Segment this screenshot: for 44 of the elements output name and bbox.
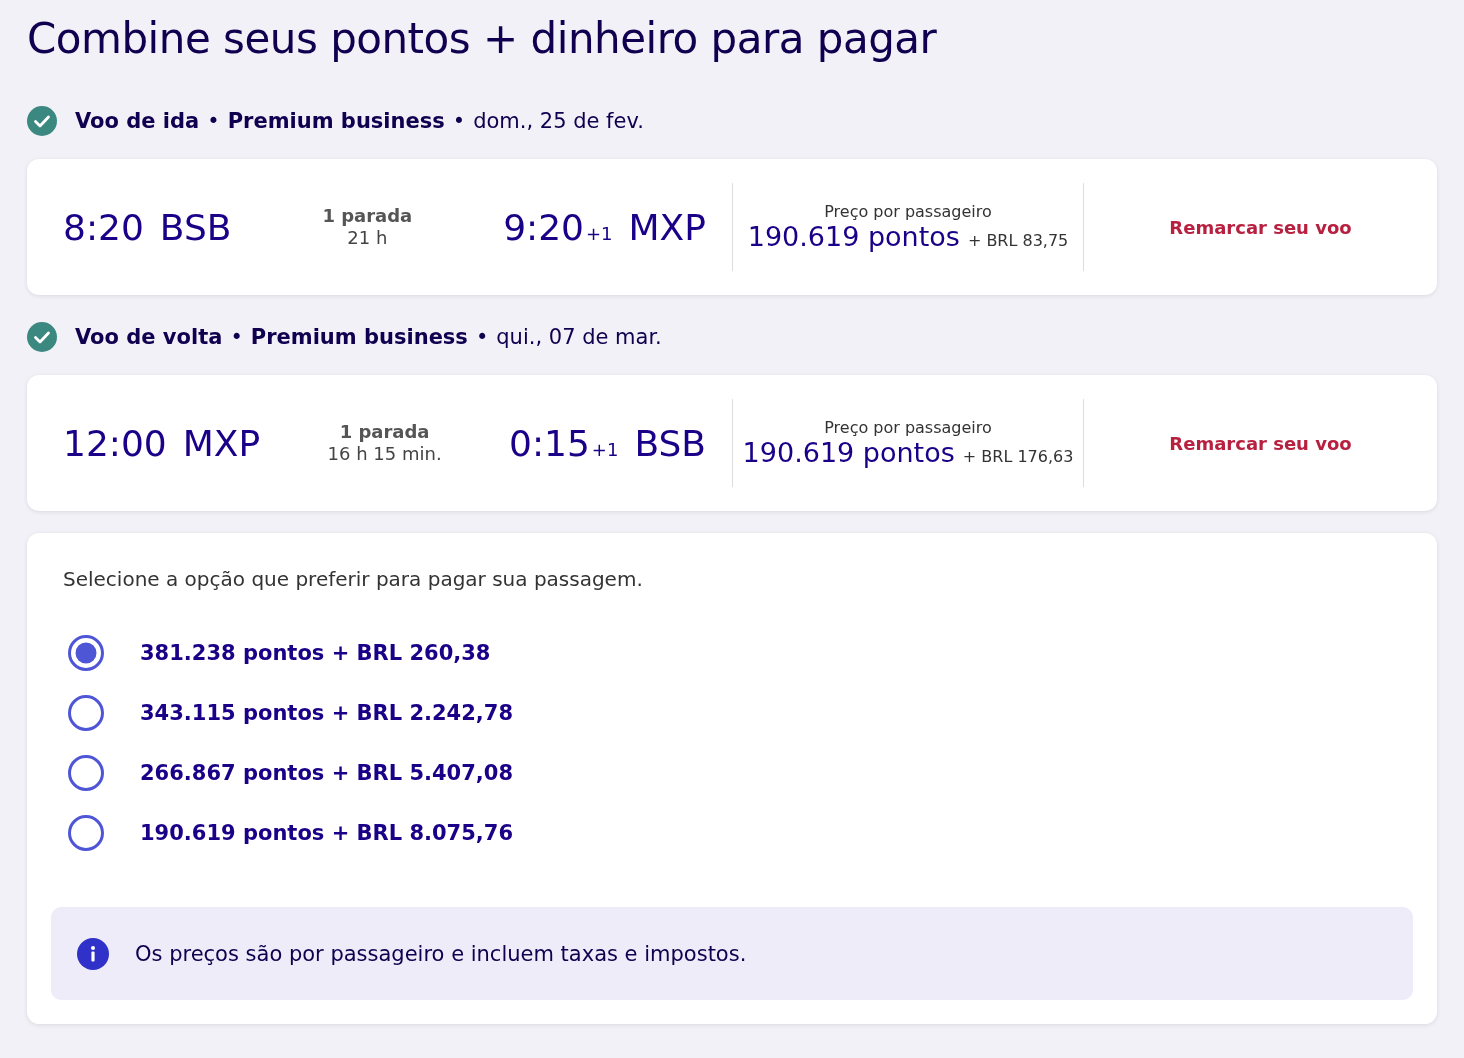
flight-duration: 21 h (347, 227, 388, 249)
cash-price: + BRL 83,75 (967, 231, 1069, 250)
radio-button[interactable] (68, 755, 104, 791)
separator-dot: • (230, 325, 243, 349)
page-title: Combine seus pontos + dinheiro para pagar (27, 14, 938, 63)
arrival-time: 0:15 (509, 422, 590, 464)
stops-count: 1 parada (339, 421, 430, 443)
price-label: Preço por passageiro (824, 418, 992, 437)
flight-direction: Voo de volta (75, 325, 223, 349)
day-offset: +1 (586, 222, 613, 244)
cabin-class: Premium business (250, 325, 468, 349)
payment-option-label[interactable]: 266.867 pontos + BRL 5.407,08 (140, 761, 514, 785)
points-price: 190.619 pontos (742, 437, 955, 468)
separator-dot: • (207, 109, 220, 133)
flight-date: dom., 25 de fev. (473, 109, 644, 133)
payment-option-label[interactable]: 381.238 pontos + BRL 260,38 (140, 641, 491, 665)
payment-option-label[interactable]: 190.619 pontos + BRL 8.075,76 (140, 821, 514, 845)
flight-date: qui., 07 de mar. (496, 325, 662, 349)
cabin-class: Premium business (227, 109, 445, 133)
price-label: Preço por passageiro (824, 202, 992, 221)
day-offset: +1 (591, 438, 619, 460)
rebook-button[interactable]: Remarcar seu voo (1161, 210, 1360, 244)
payment-prompt: Selecione a opção que preferir para pagar sua passagem. (63, 567, 644, 591)
rebook-button[interactable]: Remarcar seu voo (1161, 426, 1360, 460)
flight-duration: 16 h 15 min. (327, 443, 442, 465)
radio-button[interactable] (68, 635, 104, 671)
info-text: Os preços são por passageiro e incluem taxas e impostos. (135, 941, 747, 966)
radio-button[interactable] (68, 815, 104, 851)
payment-option-label[interactable]: 343.115 pontos + BRL 2.242,78 (140, 701, 514, 725)
departure-airport: MXP (182, 422, 261, 464)
stops-count: 1 parada (322, 205, 413, 227)
separator-dot: • (452, 109, 466, 133)
cash-price: + BRL 176,63 (962, 447, 1074, 466)
flight-direction: Voo de ida (75, 109, 200, 133)
arrival-airport: MXP (628, 206, 706, 248)
radio-button[interactable] (68, 695, 104, 731)
info-icon (77, 937, 109, 970)
departure-time: 8:20 (63, 206, 144, 248)
separator-dot: • (475, 325, 489, 349)
arrival-airport: BSB (634, 422, 706, 464)
departure-time: 12:00 (63, 422, 167, 464)
points-price: 190.619 pontos (747, 221, 960, 252)
arrival-time: 9:20 (503, 206, 584, 248)
departure-airport: BSB (159, 206, 232, 248)
